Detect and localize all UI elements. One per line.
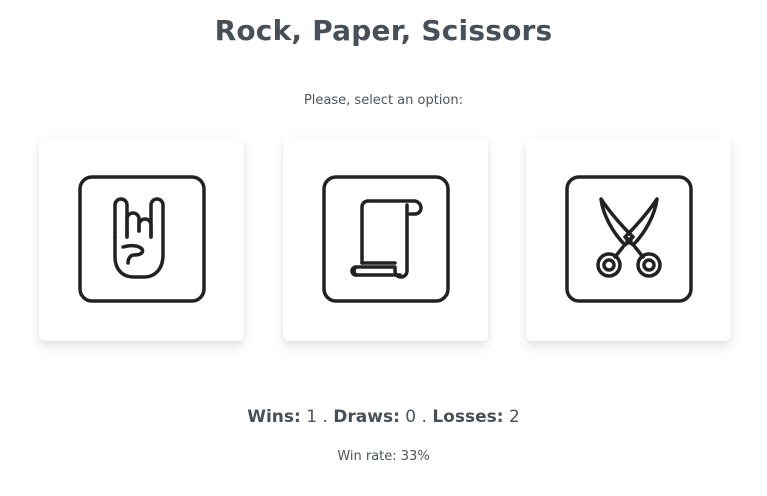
- page-title: Rock, Paper, Scissors: [214, 14, 553, 47]
- win-rate: Win rate: 33%: [337, 449, 430, 464]
- scissors-option-button[interactable]: [526, 137, 731, 341]
- rock-option-button[interactable]: [39, 137, 244, 341]
- draws-label: Draws:: [333, 407, 400, 427]
- wins-value: 1: [306, 407, 318, 427]
- score-separator: .: [322, 407, 328, 427]
- draws-value: 0: [405, 407, 417, 427]
- select-prompt: Please, select an option:: [303, 93, 464, 108]
- paper-scroll-icon: [322, 175, 450, 303]
- score-line: Wins: 1 . Draws: 0 . Losses: 2: [0, 407, 767, 427]
- losses-value: 2: [508, 407, 520, 427]
- options-row: [39, 137, 731, 341]
- paper-option-button[interactable]: [283, 137, 488, 341]
- score-separator: .: [421, 407, 427, 427]
- wins-label: Wins:: [247, 407, 301, 427]
- rock-hand-icon: [78, 175, 206, 303]
- scissors-icon: [565, 175, 693, 303]
- losses-label: Losses:: [432, 407, 504, 427]
